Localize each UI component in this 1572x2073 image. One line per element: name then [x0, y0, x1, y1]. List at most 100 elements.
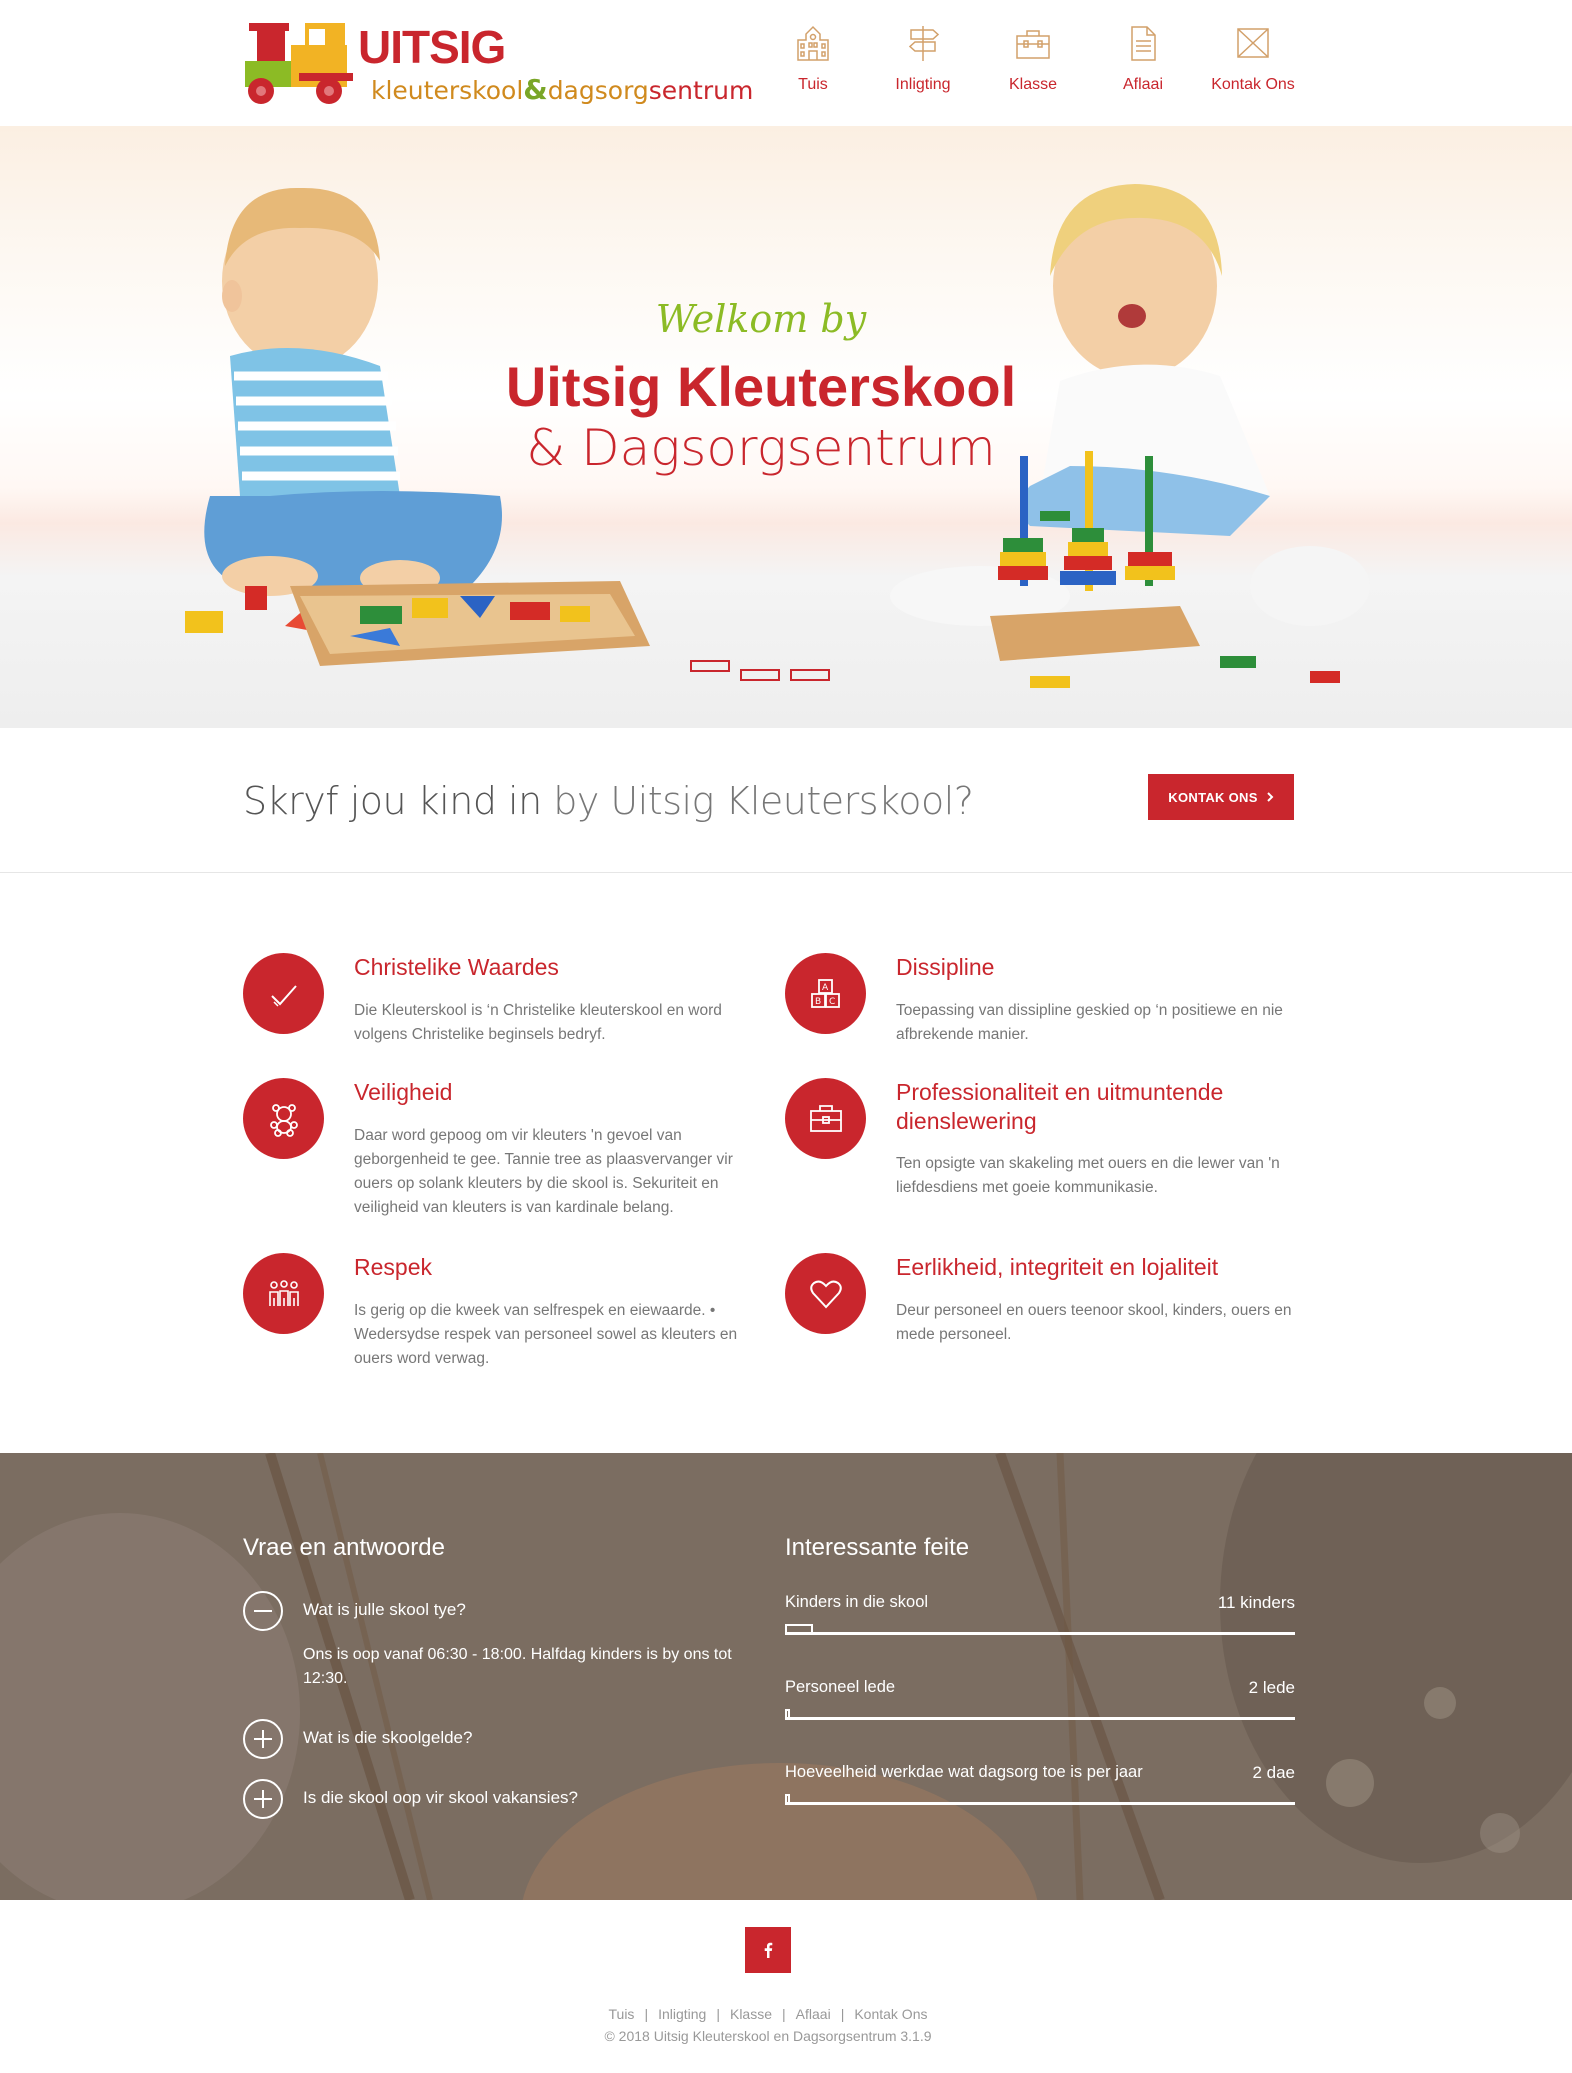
nav-label: Aflaai	[1122, 76, 1164, 93]
feature-title: Dissipline	[896, 954, 995, 980]
nav-item-aflaai[interactable]: Aflaai	[1088, 24, 1198, 104]
feature-text: Is gerig op die kweek van selfrespek en …	[354, 1302, 738, 1367]
values-section: Christelike Waardes Die Kleuterskool is …	[0, 873, 1572, 1453]
footer-link-inligting[interactable]: Inligting	[658, 2006, 706, 2022]
footer-link-tuis[interactable]: Tuis	[609, 2006, 635, 2022]
nav-item-inligting[interactable]: Inligting	[868, 24, 978, 104]
footer-nav: Tuis | Inligting | Klasse | Aflaai | Kontak Ons	[0, 2006, 1536, 2022]
hero-welcome-text: Welkom by	[655, 297, 867, 341]
expand-plus-icon[interactable]	[243, 1779, 283, 1819]
faq-question[interactable]: Wat is julle skool tye?	[303, 1600, 466, 1620]
kontak-ons-button[interactable]: KONTAK ONS	[1148, 774, 1294, 820]
fact-progress-track	[785, 1709, 1295, 1720]
footer-separator: |	[840, 2006, 845, 2022]
footer-separator: |	[716, 2006, 720, 2022]
hero-subtitle: & Dagsorgsentrum	[526, 419, 996, 477]
collapse-minus-icon[interactable]	[243, 1591, 283, 1631]
faq-answer: Ons is oop vanaf 06:30 - 18:00. Halfdag …	[303, 1646, 732, 1687]
feature-title: Christelike Waardes	[354, 954, 559, 980]
footer-separator: |	[782, 2006, 786, 2022]
footer-separator: |	[644, 2006, 649, 2022]
fact-value: 2 dae	[1252, 1763, 1295, 1782]
people-icon	[268, 1279, 299, 1306]
feature-icon-circle: A B C	[785, 953, 866, 1034]
nav-item-kontak-ons[interactable]: Kontak Ons	[1198, 24, 1308, 104]
blocks-icon: A B C	[810, 978, 840, 1008]
slider-dot-1[interactable]	[690, 660, 730, 672]
site-footer: Tuis | Inligting | Klasse | Aflaai | Kontak Ons …	[0, 1900, 1572, 2073]
nav-item-klasse[interactable]: Klasse	[978, 24, 1088, 104]
logo-subtitle: kleuterskool&dagsorgsentrum	[371, 75, 753, 106]
svg-text:C: C	[829, 997, 835, 1007]
feature-title: Respek	[354, 1254, 432, 1280]
feature-text: Die Kleuterskool is ‘n Christelike kleut…	[354, 1002, 722, 1043]
hero-caption: Welkom by Uitsig Kleuterskool & Dagsorgs…	[0, 296, 1522, 478]
feature-text: Daar word gepoog om vir kleuters 'n gevo…	[354, 1127, 733, 1216]
fact-value: 2 lede	[1248, 1678, 1295, 1697]
footer-link-aflaai[interactable]: Aflaai	[796, 2006, 831, 2022]
signpost-icon	[908, 26, 940, 61]
checkmark-icon	[270, 984, 297, 1007]
background-overlay	[0, 1453, 1572, 1900]
document-icon	[1131, 26, 1156, 61]
nav-item-tuis[interactable]: Tuis	[758, 24, 868, 104]
logo-sub-ampersand: &	[523, 73, 548, 106]
nav-label: Klasse	[1008, 76, 1058, 93]
slider-dot-3[interactable]	[790, 669, 830, 681]
feature-text: Deur personeel en ouers teenoor skool, k…	[896, 1302, 1292, 1343]
site-logo[interactable]: UITSIG kleuterskool&dagsorgsentrum	[243, 17, 753, 109]
fact-progress-track	[785, 1794, 1295, 1805]
hero-title: Uitsig Kleuterskool	[505, 355, 1017, 418]
logo-sub-sentrum: sentrum	[648, 76, 754, 105]
facebook-icon	[764, 1942, 773, 1958]
feature-title: Eerlikheid, integriteit en lojaliteit	[896, 1254, 1219, 1280]
toy-train-icon	[245, 23, 353, 104]
feature-icon-circle	[243, 1253, 324, 1334]
cta-heading-light: by Uitsig Kleuterskool?	[541, 779, 974, 823]
svg-text:A: A	[822, 983, 829, 993]
nav-label: Inligting	[895, 76, 951, 93]
facebook-button[interactable]	[745, 1927, 791, 1973]
feature-icon-circle	[243, 953, 324, 1034]
logo-sub-kleuterskool: kleuterskool	[371, 76, 524, 105]
feature-icon-circle	[785, 1253, 866, 1334]
fact-progress-fill	[785, 1709, 790, 1719]
nav-label: Tuis	[798, 76, 828, 93]
site-header: UITSIG kleuterskool&dagsorgsentrum Tuis …	[0, 0, 1572, 126]
cta-heading: Skryf jou kind in by Uitsig Kleuterskool…	[243, 778, 974, 824]
toolbox-icon	[1016, 30, 1050, 59]
nav-label: Kontak Ons	[1211, 76, 1295, 93]
enrol-call-to-action: Skryf jou kind in by Uitsig Kleuterskool…	[0, 728, 1572, 873]
fact-label: Kinders in die skool	[785, 1593, 929, 1611]
faq-question[interactable]: Wat is die skoolgelde?	[303, 1728, 472, 1748]
feature-title: Professionaliteit en uitmuntende diensle…	[896, 1079, 1224, 1134]
slider-dot-2[interactable]	[740, 669, 780, 681]
cta-heading-strong: Skryf jou kind in	[243, 779, 542, 823]
envelope-icon	[1237, 28, 1269, 58]
fact-label: Personeel lede	[785, 1678, 896, 1696]
logo-sub-dagsorg: dagsorg	[547, 76, 649, 105]
feature-text: Toepassing van dissipline geskied op ‘n …	[896, 1002, 1283, 1043]
svg-text:B: B	[815, 997, 821, 1007]
faq-question[interactable]: Is die skool oop vir skool vakansies?	[303, 1788, 578, 1808]
expand-plus-icon[interactable]	[243, 1719, 283, 1759]
footer-link-kontak-ons[interactable]: Kontak Ons	[854, 2006, 927, 2022]
logo-title: UITSIG	[358, 21, 506, 73]
hero-slider: Welkom by Uitsig Kleuterskool & Dagsorgs…	[0, 126, 1572, 728]
footer-link-klasse[interactable]: Klasse	[730, 2006, 772, 2022]
school-icon	[797, 25, 829, 61]
chevron-right-icon	[1267, 792, 1274, 802]
faq-and-facts-section: Vrae en antwoorde Wat is julle skool tye…	[0, 1453, 1572, 1900]
fact-progress-fill	[785, 1624, 813, 1634]
fact-progress-track	[785, 1624, 1295, 1635]
feature-text: Ten opsigte van skakeling met ouers en d…	[896, 1155, 1280, 1196]
feature-icon-circle	[243, 1078, 324, 1159]
briefcase-icon	[809, 1104, 842, 1132]
slider-pagination	[690, 660, 830, 681]
copyright-text: © 2018 Uitsig Kleuterskool en Dagsorgsen…	[604, 2028, 932, 2044]
heart-icon	[809, 1280, 842, 1308]
main-nav: Tuis Inligting Klasse Aflaai Kontak Ons	[758, 24, 1308, 104]
feature-icon-circle	[785, 1078, 866, 1159]
faq-heading: Vrae en antwoorde	[243, 1534, 445, 1561]
teddy-bear-icon	[269, 1103, 298, 1137]
